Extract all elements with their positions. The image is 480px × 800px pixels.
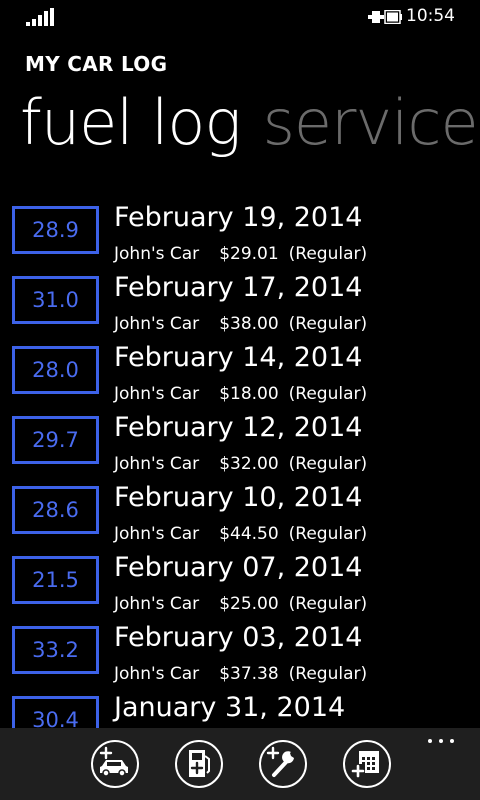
entry-grade: (Regular) (288, 244, 368, 264)
list-item[interactable]: 28.6 February 10, 2014 John's Car $44.50 (… (0, 480, 480, 550)
entry-details: John's Car $18.00 (Regular) (114, 384, 367, 404)
list-item[interactable]: 29.7 February 12, 2014 John's Car $32.00 (… (0, 410, 480, 480)
pivot-header: fuel log service (20, 86, 479, 159)
entry-grade: (Regular) (288, 384, 368, 404)
entry-cost: $32.00 (219, 454, 279, 474)
entry-date: February 12, 2014 (114, 412, 363, 443)
status-bar: 10:54 (0, 0, 480, 34)
list-item[interactable]: 30.4 January 31, 2014 (0, 690, 480, 728)
entry-grade: (Regular) (288, 314, 368, 334)
entry-car: John's Car (114, 454, 200, 474)
battery-charging-icon (368, 10, 402, 24)
entry-cost: $29.01 (219, 244, 279, 264)
mpg-badge: 21.5 (12, 556, 99, 604)
mpg-badge: 31.0 (12, 276, 99, 324)
entry-car: John's Car (114, 384, 200, 404)
entry-car: John's Car (114, 664, 200, 684)
entry-date: February 10, 2014 (114, 482, 363, 513)
add-calendar-button[interactable] (343, 740, 391, 788)
entry-details: John's Car $44.50 (Regular) (114, 524, 367, 544)
entry-date: February 14, 2014 (114, 342, 363, 373)
add-car-icon (99, 746, 128, 777)
list-item[interactable]: 28.9 February 19, 2014 John's Car $29.01 (… (0, 200, 480, 270)
entry-car: John's Car (114, 244, 200, 264)
entry-cost: $44.50 (219, 524, 279, 544)
list-item[interactable]: 31.0 February 17, 2014 John's Car $38.00 (… (0, 270, 480, 340)
entry-date: February 19, 2014 (114, 202, 363, 233)
add-fuel-button[interactable] (175, 740, 223, 788)
add-service-icon (266, 746, 294, 777)
mpg-badge: 29.7 (12, 416, 99, 464)
mpg-badge: 28.0 (12, 346, 99, 394)
clock: 10:54 (406, 6, 455, 26)
entry-date: January 31, 2014 (114, 692, 346, 723)
entry-details: John's Car $25.00 (Regular) (114, 594, 367, 614)
list-item[interactable]: 28.0 February 14, 2014 John's Car $18.00 (… (0, 340, 480, 410)
entry-details: John's Car $37.38 (Regular) (114, 664, 367, 684)
add-service-button[interactable] (259, 740, 307, 788)
app-bar (0, 728, 480, 800)
list-item[interactable]: 33.2 February 03, 2014 John's Car $37.38 (… (0, 620, 480, 690)
list-item[interactable]: 21.5 February 07, 2014 John's Car $25.00 (… (0, 550, 480, 620)
entry-cost: $25.00 (219, 594, 279, 614)
entry-date: February 03, 2014 (114, 622, 363, 653)
pivot-service[interactable]: service (263, 86, 479, 159)
fuel-log-list: 28.9 February 19, 2014 John's Car $29.01 (… (0, 200, 480, 728)
entry-cost: $37.38 (219, 664, 279, 684)
add-calendar-icon (351, 751, 379, 778)
entry-grade: (Regular) (288, 594, 368, 614)
pivot-fuel-log[interactable]: fuel log (20, 86, 242, 159)
entry-details: John's Car $38.00 (Regular) (114, 314, 367, 334)
entry-grade: (Regular) (288, 524, 368, 544)
entry-details: John's Car $32.00 (Regular) (114, 454, 367, 474)
entry-cost: $18.00 (219, 384, 279, 404)
entry-cost: $38.00 (219, 314, 279, 334)
entry-car: John's Car (114, 594, 200, 614)
entry-date: February 17, 2014 (114, 272, 363, 303)
entry-car: John's Car (114, 314, 200, 334)
entry-details: John's Car $29.01 (Regular) (114, 244, 367, 264)
signal-strength-icon (26, 8, 54, 26)
mpg-badge: 30.4 (12, 696, 99, 728)
add-car-button[interactable] (91, 740, 139, 788)
mpg-badge: 28.9 (12, 206, 99, 254)
screen: 10:54 MY CAR LOG fuel log service 28.9 Fe… (0, 0, 480, 800)
entry-car: John's Car (114, 524, 200, 544)
more-ellipsis-icon[interactable] (426, 736, 456, 746)
entry-grade: (Regular) (288, 454, 368, 474)
entry-date: February 07, 2014 (114, 552, 363, 583)
mpg-badge: 28.6 (12, 486, 99, 534)
entry-grade: (Regular) (288, 664, 368, 684)
mpg-badge: 33.2 (12, 626, 99, 674)
app-title: MY CAR LOG (25, 52, 168, 76)
add-fuel-icon (189, 750, 210, 777)
